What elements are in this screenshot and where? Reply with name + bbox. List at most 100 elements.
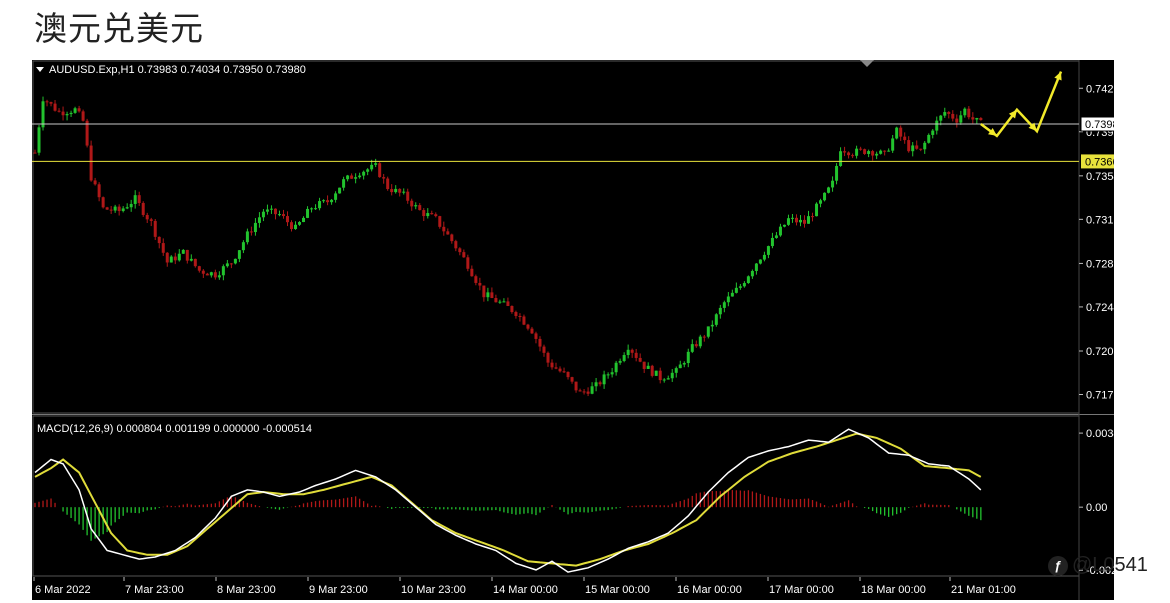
bear-candle (77, 108, 81, 112)
bull-candle (241, 242, 245, 251)
bull-candle (963, 108, 967, 116)
bear-candle (947, 112, 951, 114)
macd-tick-label: 0.00 (1086, 502, 1107, 514)
bear-candle (951, 113, 955, 119)
projection-arrow-path (980, 71, 1063, 138)
bear-candle (851, 155, 855, 157)
time-tick-label: 16 Mar 00:00 (677, 584, 742, 596)
bull-candle (682, 363, 686, 365)
bull-candle (698, 336, 702, 347)
bull-candle (770, 237, 774, 247)
time-tick-label: 17 Mar 00:00 (769, 584, 834, 596)
bear-candle (558, 368, 562, 372)
bear-candle (971, 117, 975, 120)
trading-chart-window: AUDUSD.Exp,H1 0.73983 0.74034 0.73950 0.… (32, 60, 1114, 600)
macd-header: MACD(12,26,9) 0.000804 0.001199 0.000000… (37, 423, 312, 435)
bull-candle (867, 151, 871, 154)
bull-candle (217, 275, 221, 278)
bull-candle (269, 208, 273, 210)
bull-candle (606, 374, 610, 376)
bear-candle (530, 328, 534, 334)
bear-candle (141, 202, 145, 215)
bear-candle (506, 301, 510, 307)
bear-candle (843, 151, 847, 153)
bear-candle (907, 140, 911, 152)
bear-candle (89, 145, 93, 181)
bear-candle (915, 145, 919, 149)
social-logo-icon: ƒ (1048, 555, 1068, 576)
bull-candle (815, 203, 819, 217)
bear-candle (574, 381, 578, 391)
bull-candle (37, 127, 41, 153)
bear-candle (185, 249, 189, 261)
bull-candle (790, 217, 794, 219)
price-tick-label: 0.73545 (1086, 171, 1114, 183)
bull-candle (129, 203, 133, 208)
bull-candle (189, 258, 193, 261)
bear-candle (454, 241, 458, 249)
bear-candle (281, 214, 285, 217)
bull-candle (177, 253, 181, 261)
bull-candle (334, 193, 338, 200)
bull-candle (678, 364, 682, 369)
bull-candle (726, 296, 730, 303)
bull-candle (338, 187, 342, 194)
bull-candle (626, 349, 630, 356)
bull-candle (366, 169, 370, 172)
bull-candle (209, 272, 213, 276)
price-tick-label: 0.72810 (1086, 258, 1114, 270)
bull-candle (807, 216, 811, 224)
bear-candle (919, 148, 923, 150)
bear-candle (390, 189, 394, 193)
chart-svg: AUDUSD.Exp,H1 0.73983 0.74034 0.73950 0.… (32, 60, 1114, 600)
bear-candle (859, 148, 863, 150)
time-tick-label: 21 Mar 01:00 (951, 584, 1016, 596)
bear-candle (157, 236, 161, 244)
bear-candle (93, 180, 97, 185)
time-tick-label: 8 Mar 23:00 (217, 584, 276, 596)
bull-candle (370, 164, 374, 170)
bull-candle (314, 208, 318, 210)
bull-candle (322, 200, 326, 202)
bull-candle (819, 200, 823, 204)
bear-candle (57, 110, 61, 112)
bull-candle (590, 386, 594, 394)
bull-candle (839, 151, 843, 166)
bull-candle (798, 219, 802, 223)
bear-candle (490, 292, 494, 298)
bear-candle (658, 370, 662, 381)
bull-candle (486, 292, 490, 298)
bear-candle (434, 214, 438, 217)
bear-candle (446, 231, 450, 235)
bear-candle (205, 273, 209, 276)
bull-candle (975, 118, 979, 120)
bear-candle (213, 272, 217, 278)
bear-candle (650, 365, 654, 376)
bear-candle (979, 118, 983, 121)
bear-candle (165, 252, 169, 263)
bull-candle (169, 256, 173, 263)
scroll-marker-icon[interactable] (860, 60, 874, 67)
bull-candle (330, 199, 334, 203)
dropdown-triangle-icon[interactable] (36, 67, 44, 72)
bear-candle (967, 108, 971, 118)
bull-candle (670, 372, 674, 379)
bear-candle (811, 216, 815, 218)
bull-candle (354, 177, 358, 179)
bull-candle (614, 362, 618, 373)
bull-candle (690, 344, 694, 352)
bear-candle (410, 200, 414, 207)
bull-candle (257, 217, 261, 223)
bear-candle (462, 252, 466, 258)
price-tick-label: 0.73180 (1086, 214, 1114, 226)
bull-candle (766, 246, 770, 255)
bear-candle (273, 208, 277, 215)
bear-candle (97, 184, 101, 198)
bull-candle (823, 192, 827, 201)
bull-candle (654, 370, 658, 376)
bear-candle (201, 270, 205, 274)
bull-candle (622, 355, 626, 361)
bear-candle (955, 118, 959, 123)
bull-candle (618, 360, 622, 363)
macd-signal-line (34, 432, 982, 567)
